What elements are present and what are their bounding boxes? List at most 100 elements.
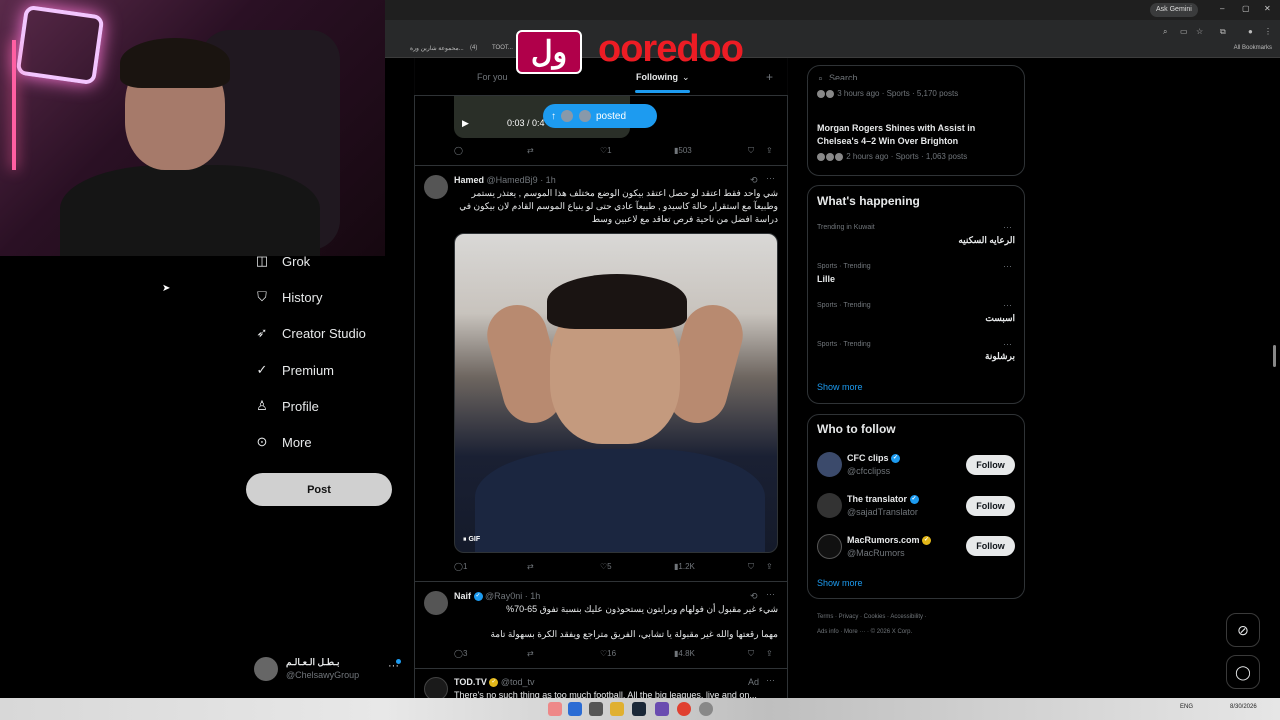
show-more-link[interactable]: Show more: [817, 578, 863, 588]
reply-icon[interactable]: ◯ 3: [454, 649, 467, 658]
share-icon[interactable]: ⇪: [766, 649, 773, 658]
follow-account-name[interactable]: CFC clips ✓: [847, 453, 901, 464]
gif-badge[interactable]: ⏸ GIF: [463, 536, 480, 544]
footer-links[interactable]: Ads info · More ··· · © 2026 X Corp.: [817, 629, 912, 635]
bookmark-item[interactable]: محموعة شارين ورة...: [410, 45, 464, 52]
cast-icon[interactable]: ▭: [1180, 27, 1188, 36]
profile-icon[interactable]: ●: [1248, 27, 1253, 36]
bookmark-icon[interactable]: ⛉: [748, 562, 754, 572]
grok-icon[interactable]: ⟲: [750, 591, 758, 602]
avatar[interactable]: [424, 175, 448, 199]
like-icon[interactable]: ♡ 1: [600, 146, 612, 155]
menu-icon[interactable]: ⋮: [1264, 27, 1272, 36]
like-count: 1: [607, 146, 612, 155]
repost-icon[interactable]: ⇄: [527, 146, 534, 155]
nav-item-creator-studio[interactable]: ➶ Creator Studio: [254, 321, 366, 345]
share-icon[interactable]: ⇪: [766, 146, 773, 155]
add-tab-button[interactable]: +: [766, 70, 773, 84]
tweet-author[interactable]: Hamed: [454, 175, 484, 185]
close-window-button[interactable]: ✕: [1264, 4, 1271, 13]
tab-for-you[interactable]: For you: [477, 72, 508, 82]
search-icon[interactable]: ⌕: [1163, 27, 1167, 37]
search-icon[interactable]: [589, 702, 603, 716]
views-icon[interactable]: ▮ 1.2K: [674, 562, 695, 571]
follow-button[interactable]: Follow: [966, 536, 1015, 556]
news-title[interactable]: Morgan Rogers Shines with Assist in Chel…: [817, 122, 1017, 148]
share-icon[interactable]: ⇪: [766, 562, 773, 571]
trend-item[interactable]: الرعايه السكنيه: [958, 235, 1015, 246]
tweet-author[interactable]: Naif: [454, 591, 471, 601]
bookmark-item[interactable]: TOOT...: [492, 45, 513, 51]
more-icon[interactable]: ···: [1003, 261, 1012, 271]
taskbar-app-icon[interactable]: [548, 702, 562, 716]
windows-start-icon[interactable]: [568, 702, 582, 716]
messages-float-button[interactable]: ◯: [1226, 655, 1260, 689]
tweet-gif[interactable]: ⏸ GIF: [454, 233, 778, 553]
star-icon[interactable]: ☆: [1196, 27, 1203, 36]
avatar[interactable]: [424, 591, 448, 615]
nav-item-more[interactable]: ⊙ More: [254, 430, 312, 454]
account-switcher[interactable]: بـطـل الـعـالـم @ChelsawyGroup ···: [254, 655, 404, 685]
show-more-link[interactable]: Show more: [817, 382, 863, 392]
avatar: [817, 89, 825, 98]
tweet-author[interactable]: TOD.TV: [454, 677, 487, 687]
chevron-down-icon[interactable]: ⌄: [682, 72, 690, 83]
repost-icon[interactable]: ⇄: [527, 649, 534, 658]
nav-item-profile[interactable]: ♙ Profile: [254, 394, 319, 418]
views-icon[interactable]: ▮ 4.8K: [674, 649, 695, 658]
ask-gemini-button[interactable]: Ask Gemini: [1150, 3, 1198, 17]
minimize-button[interactable]: –: [1220, 4, 1224, 13]
like-count: 16: [607, 649, 617, 658]
who-to-follow-title: Who to follow: [817, 422, 896, 436]
nav-item-premium[interactable]: ✓ Premium: [254, 358, 334, 382]
nav-item-history[interactable]: ⛉ History: [254, 285, 322, 309]
more-icon[interactable]: ···: [766, 173, 775, 183]
views-icon[interactable]: ▮ 503: [674, 146, 692, 155]
app-icon[interactable]: [655, 702, 669, 716]
follow-account-name[interactable]: MacRumors.com ✓: [847, 535, 932, 546]
all-bookmarks-link[interactable]: All Bookmarks: [1234, 45, 1272, 51]
app-icon[interactable]: [699, 702, 713, 716]
scrollbar[interactable]: [1273, 345, 1276, 367]
clock-date[interactable]: 8/30/2026: [1230, 704, 1257, 710]
play-icon[interactable]: ▶: [462, 118, 469, 129]
grok-icon[interactable]: ⟲: [750, 175, 758, 186]
more-icon[interactable]: ···: [1003, 300, 1012, 310]
whats-happening-title: What's happening: [817, 194, 920, 208]
nav-item-grok[interactable]: ◫ Grok: [254, 249, 310, 273]
follow-button[interactable]: Follow: [966, 455, 1015, 475]
trend-item[interactable]: Lille: [817, 274, 835, 284]
more-icon[interactable]: ···: [1003, 222, 1012, 232]
avatar[interactable]: [817, 534, 842, 559]
repost-icon[interactable]: ⇄: [527, 562, 534, 571]
trend-item[interactable]: اسبست: [985, 313, 1015, 324]
folder-icon[interactable]: [610, 702, 624, 716]
rocket-icon: ➶: [256, 325, 268, 340]
like-icon[interactable]: ♡ 16: [600, 649, 616, 658]
post-button[interactable]: Post: [246, 473, 392, 506]
bookmark-item[interactable]: (4): [470, 45, 477, 51]
more-icon[interactable]: ···: [766, 589, 775, 599]
follow-account-name[interactable]: The translator ✓: [847, 494, 919, 505]
bookmark-icon[interactable]: ⛉: [748, 146, 754, 156]
like-icon[interactable]: ♡ 5: [600, 562, 612, 571]
more-icon[interactable]: ···: [766, 675, 775, 685]
extensions-icon[interactable]: ⧉: [1220, 27, 1226, 37]
language-indicator[interactable]: ENG: [1180, 704, 1193, 710]
reply-icon[interactable]: ◯: [454, 146, 463, 155]
reply-icon[interactable]: ◯ 1: [454, 562, 467, 571]
footer-links[interactable]: Terms · Privacy · Cookies · Accessibilit…: [817, 614, 927, 620]
avatar[interactable]: [817, 493, 842, 518]
tab-following[interactable]: Following: [636, 72, 678, 82]
trend-item[interactable]: برشلونة: [985, 351, 1015, 362]
bookmark-icon: ⛉: [257, 289, 267, 304]
new-posts-pill[interactable]: ↑ posted: [543, 104, 657, 128]
grok-float-button[interactable]: ⊘: [1226, 613, 1260, 647]
chrome-icon[interactable]: [677, 702, 691, 716]
more-icon[interactable]: ···: [1003, 339, 1012, 349]
avatar[interactable]: [817, 452, 842, 477]
follow-button[interactable]: Follow: [966, 496, 1015, 516]
steam-icon[interactable]: [632, 702, 646, 716]
bookmark-icon[interactable]: ⛉: [748, 649, 754, 659]
restore-button[interactable]: ▢: [1242, 4, 1250, 13]
